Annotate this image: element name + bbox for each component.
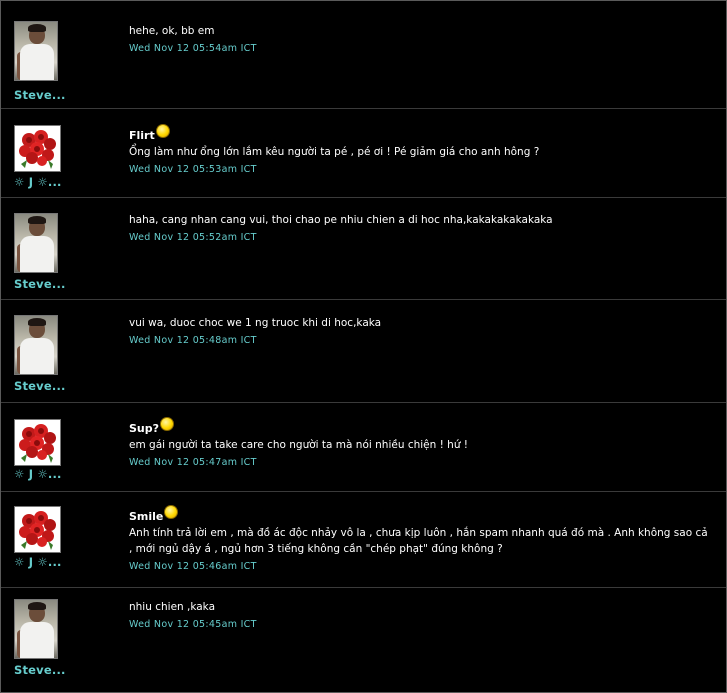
comment-timestamp: Wed Nov 12 05:45am ICT	[129, 619, 257, 630]
comment-timestamp: Wed Nov 12 05:48am ICT	[129, 335, 257, 346]
avatar-steve[interactable]	[14, 315, 58, 375]
comment-body: vui wa, duoc choc we 1 ng truoc khi di h…	[129, 315, 712, 346]
avatar-j[interactable]	[14, 125, 61, 172]
comment-timestamp: Wed Nov 12 05:47am ICT	[129, 457, 257, 468]
comment-text: haha, cang nhan cang vui, thoi chao pe n…	[129, 214, 553, 226]
username-link[interactable]: ☼ J ☼...	[14, 467, 62, 481]
divider	[1, 587, 726, 588]
divider	[1, 299, 726, 300]
username-link[interactable]: ☼ J ☼...	[14, 555, 62, 569]
avatar-steve[interactable]	[14, 21, 58, 81]
avatar-j[interactable]	[14, 506, 61, 553]
comment-text: em gái người ta take care cho người ta m…	[129, 439, 469, 451]
avatar-steve[interactable]	[14, 213, 58, 273]
comment-body: hehe, ok, bb em Wed Nov 12 05:54am ICT	[129, 23, 712, 54]
comment-text: Anh tính trả lời em , mà đồ ác độc nhảy …	[129, 527, 708, 555]
comment-timestamp: Wed Nov 12 05:54am ICT	[129, 43, 257, 54]
avatar-steve[interactable]	[14, 599, 58, 659]
username-link[interactable]: Steve...	[14, 88, 66, 102]
flirt-smiley-icon	[155, 124, 170, 138]
divider	[1, 197, 726, 198]
comments-panel: Steve... hehe, ok, bb em Wed Nov 12 05:5…	[0, 0, 727, 693]
divider	[1, 108, 726, 109]
mood-label: Flirt	[129, 124, 712, 142]
roses-icon	[15, 126, 60, 171]
roses-icon	[15, 420, 60, 465]
mood-label: Smile	[129, 505, 712, 523]
sup-smiley-icon	[160, 417, 175, 431]
comment-body: Smile Anh tính trả lời em , mà đồ ác độc…	[129, 505, 712, 572]
roses-icon	[15, 507, 60, 552]
comment-text: vui wa, duoc choc we 1 ng truoc khi di h…	[129, 317, 382, 329]
username-link[interactable]: Steve...	[14, 379, 66, 393]
avatar-j[interactable]	[14, 419, 61, 466]
comment-text: hehe, ok, bb em	[129, 25, 215, 37]
mood-label: Sup?	[129, 417, 712, 435]
comment-body: haha, cang nhan cang vui, thoi chao pe n…	[129, 212, 712, 243]
comment-body: Flirt Ổng làm như ổng lớn lắm kêu người …	[129, 124, 712, 175]
comment-text: Ổng làm như ổng lớn lắm kêu người ta pé …	[129, 146, 540, 158]
comment-body: nhiu chien ,kaka Wed Nov 12 05:45am ICT	[129, 599, 712, 630]
divider	[1, 402, 726, 403]
comment-text: nhiu chien ,kaka	[129, 601, 216, 613]
comment-timestamp: Wed Nov 12 05:46am ICT	[129, 561, 257, 572]
username-link[interactable]: Steve...	[14, 663, 66, 677]
smile-smiley-icon	[164, 505, 179, 519]
divider	[1, 491, 726, 492]
comment-timestamp: Wed Nov 12 05:52am ICT	[129, 232, 257, 243]
comment-timestamp: Wed Nov 12 05:53am ICT	[129, 164, 257, 175]
username-link[interactable]: ☼ J ☼...	[14, 175, 62, 189]
comment-body: Sup? em gái người ta take care cho người…	[129, 417, 712, 468]
username-link[interactable]: Steve...	[14, 277, 66, 291]
